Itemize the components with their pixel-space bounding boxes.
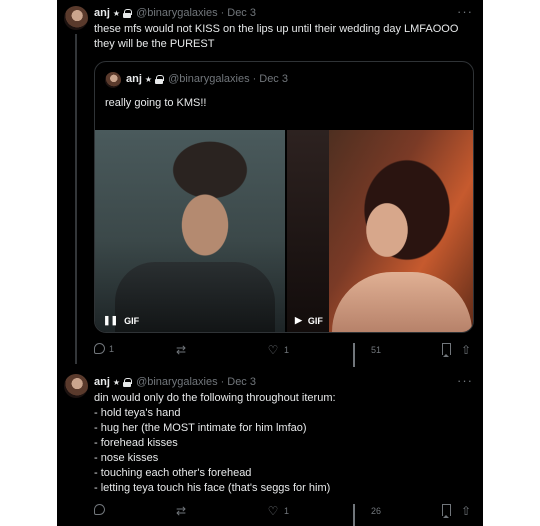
- tweet-text: din would only do the following througho…: [94, 392, 336, 494]
- star-icon: ★: [112, 8, 121, 18]
- tweet-actions: 1 ⇄ ♡ 1 51 ⇧: [94, 343, 474, 367]
- quote-text: really going to KMS!!: [105, 97, 207, 109]
- bookmark-button[interactable]: [442, 343, 455, 357]
- star-icon: ★: [144, 74, 153, 84]
- views-icon: [353, 343, 367, 367]
- views-button[interactable]: 26: [353, 504, 382, 526]
- quoted-tweet[interactable]: anj ★ @binarygalaxies · Dec 3 really goi…: [94, 61, 474, 333]
- tweet-header: anj ★ @binarygalaxies · Dec 3: [94, 6, 256, 20]
- gif-label: GIF: [307, 315, 323, 326]
- heart-icon: ♡: [267, 343, 279, 357]
- tweet-date[interactable]: Dec 3: [227, 376, 256, 388]
- gif-media-1[interactable]: ❚❚ GIF: [95, 130, 285, 332]
- avatar[interactable]: [64, 6, 88, 30]
- view-count: 51: [371, 345, 382, 355]
- tweet-1[interactable]: anj ★ @binarygalaxies · Dec 3 ··· these …: [57, 0, 483, 367]
- author-name[interactable]: anj: [94, 376, 110, 388]
- tweet-text: these mfs would not KISS on the lips up …: [94, 23, 459, 50]
- views-button[interactable]: 51: [353, 343, 382, 367]
- author-name[interactable]: anj: [94, 7, 110, 19]
- retweet-icon: ⇄: [176, 343, 187, 357]
- gif-image-figure: [332, 272, 472, 332]
- share-icon: ⇧: [461, 343, 472, 357]
- lock-icon: [123, 8, 133, 18]
- heart-icon: ♡: [267, 504, 279, 518]
- retweet-icon: ⇄: [176, 504, 187, 518]
- like-count: 1: [284, 345, 290, 355]
- share-icon: ⇧: [461, 504, 472, 518]
- share-button[interactable]: ⇧: [461, 504, 479, 518]
- like-count: 1: [284, 506, 290, 516]
- thread-line: [75, 34, 77, 364]
- quote-date: Dec 3: [259, 73, 288, 85]
- gif-controls[interactable]: ▶ GIF: [295, 315, 323, 326]
- tweet-header: anj ★ @binarygalaxies · Dec 3: [94, 375, 256, 389]
- lock-icon: [123, 377, 133, 387]
- avatar[interactable]: [64, 374, 88, 398]
- play-icon[interactable]: ▶: [295, 315, 302, 326]
- more-options-icon[interactable]: ···: [457, 4, 473, 19]
- gif-controls[interactable]: ❚❚ GIF: [103, 315, 139, 326]
- reply-icon: [94, 343, 105, 354]
- share-button[interactable]: ⇧: [461, 343, 479, 357]
- more-options-icon[interactable]: ···: [457, 373, 473, 388]
- retweet-button[interactable]: ⇄: [176, 504, 194, 518]
- gif-media-2[interactable]: ▶ GIF: [287, 130, 473, 332]
- like-button[interactable]: ♡ 1: [266, 504, 289, 518]
- pause-icon[interactable]: ❚❚: [103, 315, 118, 326]
- quote-author-handle: @binarygalaxies: [168, 73, 250, 85]
- reply-button[interactable]: [94, 504, 109, 515]
- separator-dot: ·: [252, 73, 257, 85]
- tweet-actions: ⇄ ♡ 1 26 ⇧: [94, 504, 474, 526]
- quote-avatar: [105, 72, 121, 88]
- tweet-date[interactable]: Dec 3: [227, 7, 256, 19]
- author-handle[interactable]: @binarygalaxies: [136, 376, 218, 388]
- separator-dot: ·: [220, 376, 225, 388]
- author-handle[interactable]: @binarygalaxies: [136, 7, 218, 19]
- reply-icon: [94, 504, 105, 515]
- tweet-2[interactable]: anj ★ @binarygalaxies · Dec 3 ··· din wo…: [57, 366, 483, 526]
- bookmark-icon: [442, 504, 451, 518]
- separator-dot: ·: [220, 7, 225, 19]
- views-icon: [353, 504, 367, 526]
- reply-count: 1: [109, 343, 115, 354]
- timeline: anj ★ @binarygalaxies · Dec 3 ··· these …: [57, 0, 483, 526]
- reply-button[interactable]: 1: [94, 343, 114, 354]
- bookmark-button[interactable]: [442, 504, 455, 518]
- bookmark-icon: [442, 343, 451, 357]
- like-button[interactable]: ♡ 1: [266, 343, 289, 357]
- star-icon: ★: [112, 377, 121, 387]
- gif-image-figure: [287, 130, 329, 332]
- gif-label: GIF: [124, 315, 140, 326]
- quote-author-name: anj: [126, 73, 142, 85]
- view-count: 26: [371, 506, 382, 516]
- quote-header: anj ★ @binarygalaxies · Dec 3: [126, 73, 288, 85]
- retweet-button[interactable]: ⇄: [176, 343, 194, 357]
- lock-icon: [155, 74, 165, 84]
